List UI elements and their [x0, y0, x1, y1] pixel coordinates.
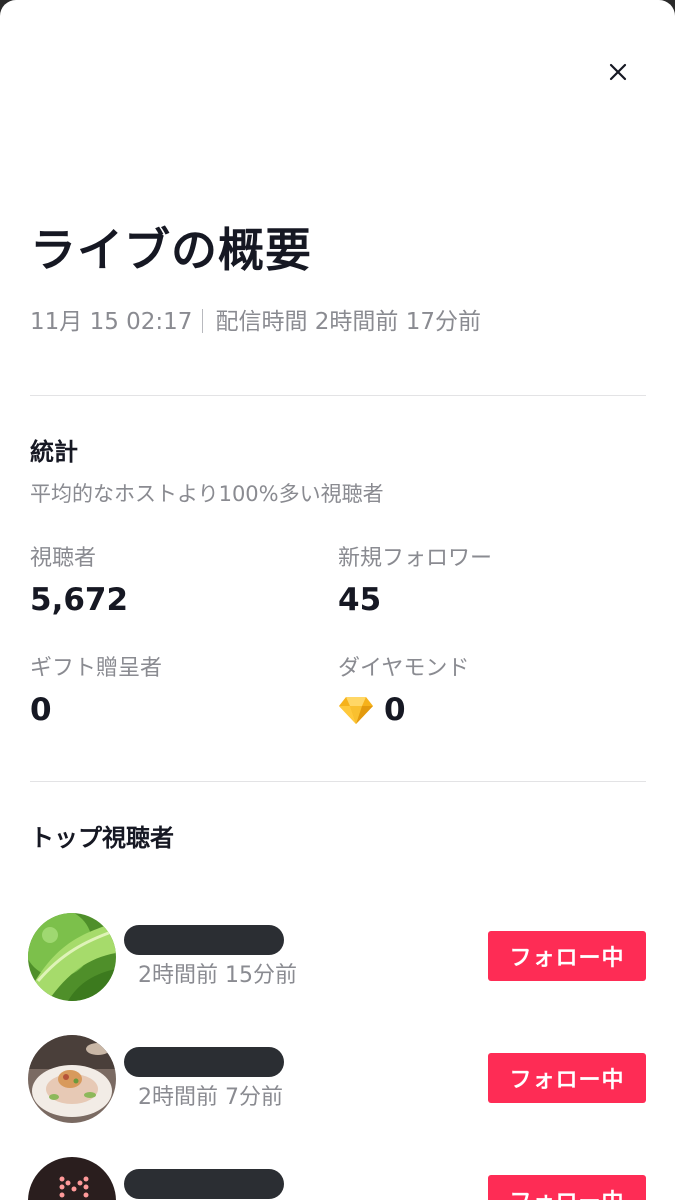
close-button[interactable] [596, 50, 640, 94]
live-duration: 配信時間 2時間前 17分前 [215, 309, 481, 335]
following-button[interactable]: フォロー中 [488, 931, 646, 981]
top-viewers-title: トップ視聴者 [30, 824, 174, 852]
stat-new-followers: 新規フォロワー 45 [338, 544, 638, 620]
avatar[interactable] [28, 1035, 116, 1123]
stat-number: 45 [338, 582, 382, 618]
close-icon [609, 63, 627, 81]
top-viewer-row: 2時間前 15分前 フォロー中 [0, 913, 675, 1003]
following-button[interactable]: フォロー中 [488, 1053, 646, 1103]
live-date: 11月 15 02:17 [30, 309, 193, 335]
divider [30, 395, 646, 396]
stat-number: 5,672 [30, 582, 129, 618]
stat-gifters: ギフト贈呈者 0 [30, 654, 330, 730]
stat-label: ダイヤモンド [338, 656, 470, 681]
meta-separator [202, 309, 204, 333]
live-meta: 11月 15 02:17 配信時間 2時間前 17分前 [30, 302, 481, 336]
following-button[interactable]: フォロー中 [488, 1175, 646, 1200]
dark-sign-photo-icon [28, 1157, 116, 1200]
food-plate-photo-icon [28, 1035, 116, 1123]
leaf-photo-icon [28, 913, 116, 1001]
redacted-username [124, 1169, 284, 1199]
stat-value: 0 [30, 690, 330, 730]
stat-label: 新規フォロワー [338, 546, 493, 571]
stats-comparison: 平均的なホストより100%多い視聴者 [30, 482, 384, 506]
diamond-icon [339, 697, 373, 724]
top-viewer-row: フォロー中 [0, 1157, 675, 1200]
redacted-username [124, 1047, 284, 1077]
stat-number: 0 [384, 692, 406, 728]
stat-diamonds: ダイヤモンド 0 [338, 654, 638, 730]
page-title: ライブの概要 [30, 223, 312, 277]
avatar[interactable] [28, 1157, 116, 1200]
stats-section-title: 統計 [30, 438, 78, 466]
stat-label: 視聴者 [30, 546, 97, 571]
stat-value: 5,672 [30, 580, 330, 620]
stat-number: 0 [30, 692, 52, 728]
divider [30, 781, 646, 782]
stat-value: 45 [338, 580, 638, 620]
live-summary-sheet: ライブの概要 11月 15 02:17 配信時間 2時間前 17分前 統計 平均的… [0, 0, 675, 1200]
viewer-time: 2時間前 15分前 [138, 963, 297, 988]
stat-viewers: 視聴者 5,672 [30, 544, 330, 620]
avatar[interactable] [28, 913, 116, 1001]
stat-label: ギフト贈呈者 [30, 656, 163, 681]
top-viewer-row: 2時間前 7分前 フォロー中 [0, 1035, 675, 1125]
viewer-time: 2時間前 7分前 [138, 1085, 283, 1110]
stat-value: 0 [338, 690, 638, 730]
redacted-username [124, 925, 284, 955]
